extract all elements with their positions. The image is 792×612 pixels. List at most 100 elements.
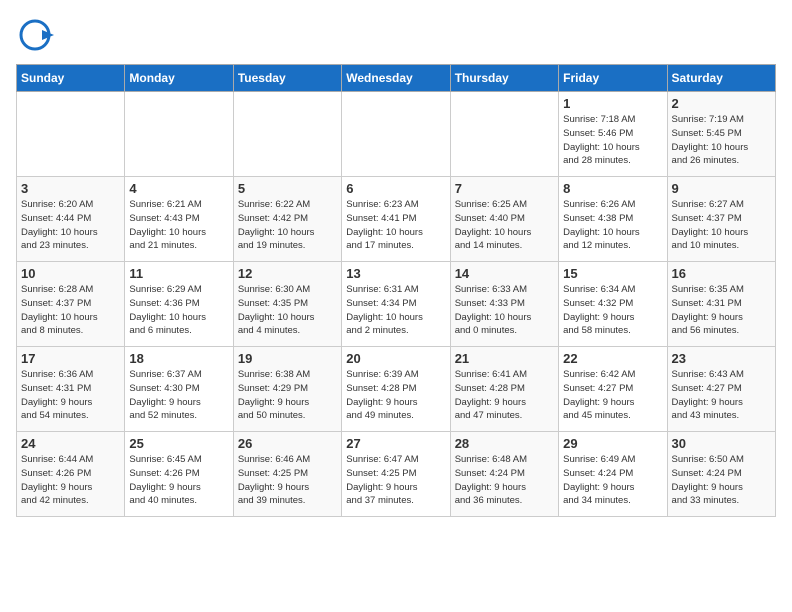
day-number: 6 — [346, 181, 445, 196]
day-info: Sunrise: 6:35 AM Sunset: 4:31 PM Dayligh… — [672, 283, 771, 338]
day-number: 17 — [21, 351, 120, 366]
calendar-cell: 20 Sunrise: 6:39 AM Sunset: 4:28 PM Dayli… — [342, 347, 450, 432]
day-number: 22 — [563, 351, 662, 366]
day-info: Sunrise: 6:45 AM Sunset: 4:26 PM Dayligh… — [129, 453, 228, 508]
calendar-cell: 5Sunrise: 6:22 AM Sunset: 4:42 PM Daylig… — [233, 177, 341, 262]
day-number: 3 — [21, 181, 120, 196]
weekday-header-tuesday: Tuesday — [233, 65, 341, 92]
day-number: 21 — [455, 351, 554, 366]
calendar-cell — [17, 92, 125, 177]
calendar-cell — [125, 92, 233, 177]
day-number: 14 — [455, 266, 554, 281]
day-number: 20 — [346, 351, 445, 366]
day-info: Sunrise: 6:29 AM Sunset: 4:36 PM Dayligh… — [129, 283, 228, 338]
weekday-header-thursday: Thursday — [450, 65, 558, 92]
day-info: Sunrise: 7:18 AM Sunset: 5:46 PM Dayligh… — [563, 113, 662, 168]
day-info: Sunrise: 6:21 AM Sunset: 4:43 PM Dayligh… — [129, 198, 228, 253]
calendar-cell — [233, 92, 341, 177]
day-number: 25 — [129, 436, 228, 451]
day-number: 10 — [21, 266, 120, 281]
calendar-table: SundayMondayTuesdayWednesdayThursdayFrid… — [16, 64, 776, 517]
day-info: Sunrise: 6:43 AM Sunset: 4:27 PM Dayligh… — [672, 368, 771, 423]
day-info: Sunrise: 6:36 AM Sunset: 4:31 PM Dayligh… — [21, 368, 120, 423]
day-info: Sunrise: 7:19 AM Sunset: 5:45 PM Dayligh… — [672, 113, 771, 168]
calendar-cell: 23 Sunrise: 6:43 AM Sunset: 4:27 PM Dayli… — [667, 347, 775, 432]
day-info: Sunrise: 6:50 AM Sunset: 4:24 PM Dayligh… — [672, 453, 771, 508]
calendar-cell: 12 Sunrise: 6:30 AM Sunset: 4:35 PM Dayli… — [233, 262, 341, 347]
day-info: Sunrise: 6:37 AM Sunset: 4:30 PM Dayligh… — [129, 368, 228, 423]
day-info: Sunrise: 6:41 AM Sunset: 4:28 PM Dayligh… — [455, 368, 554, 423]
day-info: Sunrise: 6:48 AM Sunset: 4:24 PM Dayligh… — [455, 453, 554, 508]
day-info: Sunrise: 6:38 AM Sunset: 4:29 PM Dayligh… — [238, 368, 337, 423]
calendar-cell: 28 Sunrise: 6:48 AM Sunset: 4:24 PM Dayli… — [450, 432, 558, 517]
day-number: 4 — [129, 181, 228, 196]
day-info: Sunrise: 6:44 AM Sunset: 4:26 PM Dayligh… — [21, 453, 120, 508]
day-number: 8 — [563, 181, 662, 196]
calendar-cell: 15 Sunrise: 6:34 AM Sunset: 4:32 PM Dayli… — [559, 262, 667, 347]
day-number: 26 — [238, 436, 337, 451]
day-number: 30 — [672, 436, 771, 451]
calendar-cell — [450, 92, 558, 177]
weekday-header-friday: Friday — [559, 65, 667, 92]
calendar-cell: 30 Sunrise: 6:50 AM Sunset: 4:24 PM Dayli… — [667, 432, 775, 517]
day-info: Sunrise: 6:42 AM Sunset: 4:27 PM Dayligh… — [563, 368, 662, 423]
calendar-cell: 11 Sunrise: 6:29 AM Sunset: 4:36 PM Dayli… — [125, 262, 233, 347]
day-info: Sunrise: 6:33 AM Sunset: 4:33 PM Dayligh… — [455, 283, 554, 338]
page-header — [16, 16, 776, 54]
calendar-cell: 1 Sunrise: 7:18 AM Sunset: 5:46 PM Daylig… — [559, 92, 667, 177]
day-info: Sunrise: 6:49 AM Sunset: 4:24 PM Dayligh… — [563, 453, 662, 508]
day-number: 1 — [563, 96, 662, 111]
calendar-cell: 2 Sunrise: 7:19 AM Sunset: 5:45 PM Daylig… — [667, 92, 775, 177]
calendar-cell: 22 Sunrise: 6:42 AM Sunset: 4:27 PM Dayli… — [559, 347, 667, 432]
calendar-cell — [342, 92, 450, 177]
day-info: Sunrise: 6:28 AM Sunset: 4:37 PM Dayligh… — [21, 283, 120, 338]
day-number: 16 — [672, 266, 771, 281]
day-number: 27 — [346, 436, 445, 451]
calendar-cell: 17 Sunrise: 6:36 AM Sunset: 4:31 PM Dayli… — [17, 347, 125, 432]
day-number: 2 — [672, 96, 771, 111]
calendar-cell: 25 Sunrise: 6:45 AM Sunset: 4:26 PM Dayli… — [125, 432, 233, 517]
day-info: Sunrise: 6:46 AM Sunset: 4:25 PM Dayligh… — [238, 453, 337, 508]
calendar-cell: 14 Sunrise: 6:33 AM Sunset: 4:33 PM Dayli… — [450, 262, 558, 347]
calendar-cell: 19 Sunrise: 6:38 AM Sunset: 4:29 PM Dayli… — [233, 347, 341, 432]
calendar-cell: 29 Sunrise: 6:49 AM Sunset: 4:24 PM Dayli… — [559, 432, 667, 517]
calendar-cell: 3 Sunrise: 6:20 AM Sunset: 4:44 PM Daylig… — [17, 177, 125, 262]
calendar-cell: 16 Sunrise: 6:35 AM Sunset: 4:31 PM Dayli… — [667, 262, 775, 347]
calendar-cell: 9 Sunrise: 6:27 AM Sunset: 4:37 PM Daylig… — [667, 177, 775, 262]
day-number: 5 — [238, 181, 337, 196]
calendar-cell: 27 Sunrise: 6:47 AM Sunset: 4:25 PM Dayli… — [342, 432, 450, 517]
day-info: Sunrise: 6:31 AM Sunset: 4:34 PM Dayligh… — [346, 283, 445, 338]
logo-icon — [16, 16, 54, 54]
calendar-cell: 8Sunrise: 6:26 AM Sunset: 4:38 PM Daylig… — [559, 177, 667, 262]
weekday-header-sunday: Sunday — [17, 65, 125, 92]
day-number: 24 — [21, 436, 120, 451]
day-info: Sunrise: 6:20 AM Sunset: 4:44 PM Dayligh… — [21, 198, 120, 253]
day-info: Sunrise: 6:23 AM Sunset: 4:41 PM Dayligh… — [346, 198, 445, 253]
day-info: Sunrise: 6:27 AM Sunset: 4:37 PM Dayligh… — [672, 198, 771, 253]
day-number: 28 — [455, 436, 554, 451]
day-number: 18 — [129, 351, 228, 366]
day-number: 9 — [672, 181, 771, 196]
calendar-cell: 18 Sunrise: 6:37 AM Sunset: 4:30 PM Dayli… — [125, 347, 233, 432]
day-number: 19 — [238, 351, 337, 366]
weekday-header-monday: Monday — [125, 65, 233, 92]
day-number: 11 — [129, 266, 228, 281]
day-number: 15 — [563, 266, 662, 281]
day-number: 12 — [238, 266, 337, 281]
calendar-cell: 26 Sunrise: 6:46 AM Sunset: 4:25 PM Dayli… — [233, 432, 341, 517]
day-number: 23 — [672, 351, 771, 366]
day-number: 7 — [455, 181, 554, 196]
day-info: Sunrise: 6:25 AM Sunset: 4:40 PM Dayligh… — [455, 198, 554, 253]
calendar-cell: 13Sunrise: 6:31 AM Sunset: 4:34 PM Dayli… — [342, 262, 450, 347]
calendar-cell: 10 Sunrise: 6:28 AM Sunset: 4:37 PM Dayli… — [17, 262, 125, 347]
calendar-cell: 7 Sunrise: 6:25 AM Sunset: 4:40 PM Daylig… — [450, 177, 558, 262]
day-info: Sunrise: 6:47 AM Sunset: 4:25 PM Dayligh… — [346, 453, 445, 508]
day-info: Sunrise: 6:39 AM Sunset: 4:28 PM Dayligh… — [346, 368, 445, 423]
day-number: 29 — [563, 436, 662, 451]
weekday-header-wednesday: Wednesday — [342, 65, 450, 92]
calendar-cell: 21 Sunrise: 6:41 AM Sunset: 4:28 PM Dayli… — [450, 347, 558, 432]
day-info: Sunrise: 6:34 AM Sunset: 4:32 PM Dayligh… — [563, 283, 662, 338]
calendar-cell: 4 Sunrise: 6:21 AM Sunset: 4:43 PM Daylig… — [125, 177, 233, 262]
day-info: Sunrise: 6:30 AM Sunset: 4:35 PM Dayligh… — [238, 283, 337, 338]
logo — [16, 16, 56, 54]
